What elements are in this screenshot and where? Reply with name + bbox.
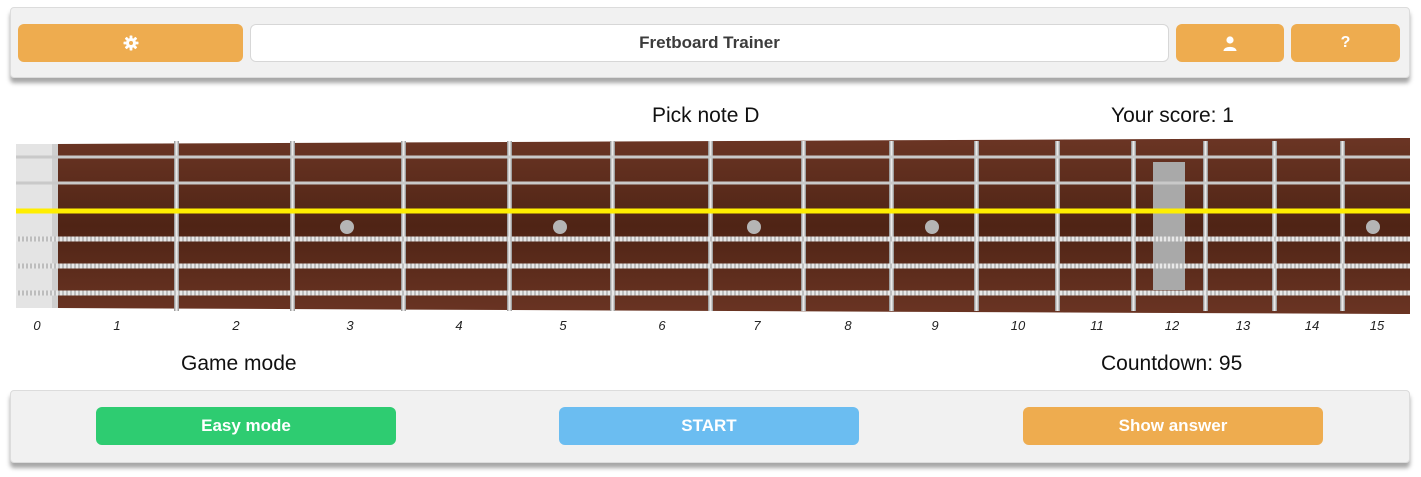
guitar-string[interactable] [16,236,1410,242]
fretboard-graphic [16,138,1410,314]
fret-wire [1131,141,1136,311]
fret-wire [174,141,179,311]
header-panel: Fretboard Trainer ? [10,7,1410,78]
guitar-string[interactable] [16,155,1410,159]
note-prompt: Pick note D [652,104,760,127]
user-icon [1223,35,1237,51]
user-button[interactable] [1176,24,1284,62]
score-display: Your score: 1 [1111,104,1234,127]
fret-number: 8 [844,318,852,333]
fret-wire [974,141,979,311]
fret-number: 4 [455,318,463,333]
nut [52,144,58,308]
fret-number: 3 [346,318,354,333]
fret-number: 7 [753,318,761,333]
fret-number: 11 [1090,318,1104,333]
string-highlighted[interactable] [16,208,1410,214]
fret-marker-dot [925,220,939,234]
app-title: Fretboard Trainer [250,24,1169,62]
fret-number: 13 [1235,318,1251,333]
gear-icon [123,35,138,51]
fret-wire [610,141,615,311]
help-button[interactable]: ? [1291,24,1400,62]
fret-number: 15 [1369,318,1385,333]
fret-number: 6 [658,318,666,333]
fret-wire [1203,141,1208,311]
fret-wire [507,141,512,311]
guitar-string[interactable] [16,181,1410,185]
easy-mode-button[interactable]: Easy mode [96,407,396,445]
fret-marker-dot [747,220,761,234]
fret-number: 5 [559,318,567,333]
show-answer-button[interactable]: Show answer [1023,407,1323,445]
fret-wire [1340,141,1345,311]
settings-button[interactable] [18,24,243,62]
start-button[interactable]: START [559,407,859,445]
fret-marker-dot [553,220,567,234]
fret-number: 0 [33,318,41,333]
help-icon: ? [1340,34,1351,51]
nut-area [16,144,56,308]
fret-wire [1272,141,1277,311]
fret-wire [401,141,406,311]
fret-wire [889,141,894,311]
fretboard[interactable] [16,138,1410,314]
fret-number: 14 [1304,318,1320,333]
fret-number: 9 [931,318,939,333]
fret-number: 1 [113,318,121,333]
fret-wire [708,141,713,311]
control-panel: Easy mode START Show answer [10,390,1410,463]
fret-marker-dot [340,220,354,234]
guitar-string[interactable] [16,263,1410,269]
fret-number: 12 [1164,318,1180,333]
countdown-display: Countdown: 95 [1101,352,1243,375]
game-mode-label: Game mode [181,352,297,375]
fret-wire [1055,141,1060,311]
fret-marker-dot [1366,220,1380,234]
fret-marker-double [1153,162,1185,290]
fret-number: 2 [232,318,240,333]
fret-wire [290,141,295,311]
fret-wire [801,141,806,311]
fret-number: 10 [1010,318,1026,333]
guitar-string[interactable] [16,290,1410,296]
